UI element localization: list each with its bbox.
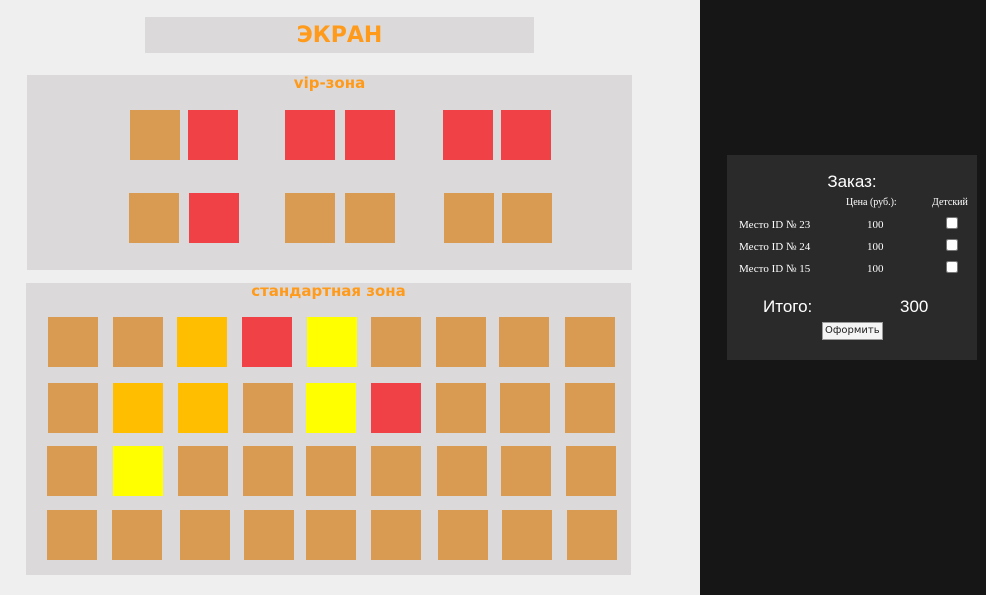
standard-seat-free[interactable]	[244, 510, 294, 560]
standard-zone-title: стандартная зона	[251, 282, 406, 300]
standard-seat-free[interactable]	[438, 510, 488, 560]
hall-pane: ЭКРАН vip-зона стандартная зона	[0, 0, 700, 595]
order-seat-label: Место ID № 23	[739, 219, 811, 231]
standard-seat-free[interactable]	[565, 317, 615, 367]
standard-seat-free[interactable]	[306, 510, 356, 560]
price-column-header: Цена (руб.):	[846, 197, 897, 208]
standard-seat-highlight[interactable]	[113, 446, 163, 496]
order-seat-price: 100	[867, 219, 884, 231]
order-seat-label: Место ID № 15	[739, 263, 811, 275]
vip-seat-free[interactable]	[129, 193, 179, 243]
standard-seat-selected[interactable]	[178, 383, 228, 433]
total-label: Итого:	[763, 297, 813, 316]
standard-seat-highlight[interactable]	[306, 383, 356, 433]
order-row: Место ID № 24 100	[727, 239, 977, 259]
vip-seat-taken[interactable]	[188, 110, 238, 160]
standard-seat-free[interactable]	[371, 317, 421, 367]
standard-seat-free[interactable]	[180, 510, 230, 560]
vip-seat-free[interactable]	[130, 110, 180, 160]
child-ticket-checkbox[interactable]	[946, 239, 958, 251]
standard-seat-free[interactable]	[499, 317, 549, 367]
standard-seat-free[interactable]	[565, 383, 615, 433]
child-ticket-checkbox[interactable]	[946, 217, 958, 229]
vip-zone-title: vip-зона	[293, 74, 366, 92]
standard-seat-free[interactable]	[567, 510, 617, 560]
standard-seat-free[interactable]	[48, 317, 98, 367]
vip-seat-taken[interactable]	[285, 110, 335, 160]
child-ticket-checkbox[interactable]	[946, 261, 958, 273]
order-seat-label: Место ID № 24	[739, 241, 811, 253]
order-row: Место ID № 15 100	[727, 261, 977, 281]
submit-order-button[interactable]: Оформить	[822, 322, 883, 340]
order-pane: Заказ: Цена (руб.): Детский Место ID № 2…	[700, 0, 986, 595]
standard-seat-taken[interactable]	[371, 383, 421, 433]
standard-zone: стандартная зона	[26, 283, 631, 575]
child-column-header: Детский	[932, 197, 968, 208]
standard-seat-free[interactable]	[436, 383, 486, 433]
standard-seat-highlight[interactable]	[307, 317, 357, 367]
standard-seat-free[interactable]	[306, 446, 356, 496]
order-row: Место ID № 23 100	[727, 217, 977, 237]
standard-seat-free[interactable]	[243, 383, 293, 433]
standard-seat-free[interactable]	[243, 446, 293, 496]
vip-seat-taken[interactable]	[443, 110, 493, 160]
vip-seat-free[interactable]	[502, 193, 552, 243]
vip-seat-free[interactable]	[285, 193, 335, 243]
order-seat-price: 100	[867, 241, 884, 253]
standard-seat-selected[interactable]	[113, 383, 163, 433]
vip-seat-free[interactable]	[345, 193, 395, 243]
standard-seat-free[interactable]	[371, 510, 421, 560]
standard-seat-taken[interactable]	[242, 317, 292, 367]
order-seat-price: 100	[867, 263, 884, 275]
standard-seat-free[interactable]	[500, 383, 550, 433]
total-value: 300	[900, 297, 929, 316]
vip-seat-taken[interactable]	[189, 193, 239, 243]
standard-seat-free[interactable]	[113, 317, 163, 367]
order-title: Заказ:	[827, 172, 877, 191]
standard-seat-free[interactable]	[48, 383, 98, 433]
standard-seat-free[interactable]	[47, 510, 97, 560]
standard-seat-free[interactable]	[502, 510, 552, 560]
standard-seat-free[interactable]	[47, 446, 97, 496]
standard-seat-free[interactable]	[437, 446, 487, 496]
vip-zone: vip-зона	[27, 75, 632, 270]
vip-seat-taken[interactable]	[345, 110, 395, 160]
standard-seat-free[interactable]	[112, 510, 162, 560]
standard-seat-free[interactable]	[371, 446, 421, 496]
screen-label: ЭКРАН	[145, 17, 534, 53]
standard-seat-free[interactable]	[501, 446, 551, 496]
vip-seat-taken[interactable]	[501, 110, 551, 160]
vip-seat-free[interactable]	[444, 193, 494, 243]
standard-seat-free[interactable]	[436, 317, 486, 367]
standard-seat-selected[interactable]	[177, 317, 227, 367]
standard-seat-free[interactable]	[178, 446, 228, 496]
order-panel: Заказ: Цена (руб.): Детский Место ID № 2…	[727, 155, 977, 360]
standard-seat-free[interactable]	[566, 446, 616, 496]
